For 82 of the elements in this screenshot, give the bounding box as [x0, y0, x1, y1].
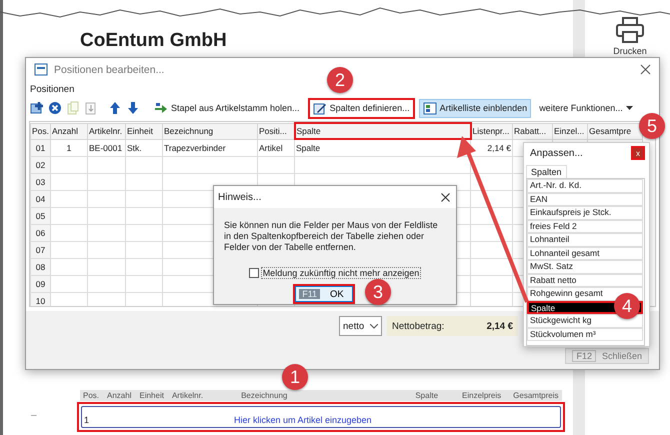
field-list-item[interactable]: Stückvolumen m³ [527, 328, 643, 341]
table-cell: 1 [50, 139, 88, 156]
arrow-down-icon[interactable] [126, 101, 140, 116]
entry-row[interactable]: 1 Hier klicken um Artikel einzugeben [81, 406, 561, 428]
dialog-title: Hinweis... [218, 192, 262, 202]
toolbar-button[interactable]: Spalten definieren... [308, 98, 415, 119]
position-number: 1 [84, 415, 90, 425]
tax-mode-dropdown[interactable]: netto [339, 316, 382, 336]
row-number: 09 [30, 275, 50, 292]
section-label: Positionen [29, 82, 76, 97]
column-header[interactable]: Bezeichnung [162, 123, 258, 140]
column-header[interactable]: Listenpr... [470, 123, 512, 140]
field-list-item[interactable]: Lohnanteil [527, 233, 643, 246]
row-number: 02 [30, 156, 50, 174]
column-header[interactable]: Anzahl [50, 123, 88, 140]
close-icon[interactable] [640, 64, 651, 76]
column-header[interactable]: Pos. [30, 123, 50, 140]
shortcut-key: F12 [572, 350, 596, 362]
column-header[interactable]: Einheit [126, 123, 162, 140]
window-icon [34, 63, 48, 76]
row-number: 08 [30, 258, 50, 276]
close-button[interactable]: x [631, 146, 645, 160]
column-header[interactable]: Spalte [294, 123, 470, 140]
table-cell: Stk. [126, 139, 162, 156]
column-heading: Artikelnr. [172, 390, 204, 401]
row-number: 03 [30, 173, 50, 190]
column-heading: Gesamtpreis [513, 390, 559, 401]
close-icon[interactable] [441, 192, 450, 202]
field-list-item[interactable]: MwSt. Satz [527, 260, 643, 274]
column-heading: Bezeichnung [241, 390, 288, 401]
add-article-link[interactable]: Hier klicken um Artikel einzugeben [234, 415, 372, 425]
checkbox[interactable] [248, 268, 259, 278]
row-number: 05 [30, 207, 50, 224]
shortcut-key: F11 [299, 289, 320, 299]
import-icon [154, 102, 168, 115]
row-number: 06 [30, 224, 50, 242]
column-heading: Anzahl [107, 390, 132, 401]
menu-button[interactable]: weitere Funktionen... [535, 100, 637, 116]
ok-button[interactable]: F11 OK [293, 284, 355, 304]
field-list-item[interactable]: Art.-Nr. d. Kd. [527, 179, 643, 192]
margin-mark: – [31, 410, 37, 421]
field-list-item[interactable]: Rabatt netto [527, 274, 643, 287]
add-row-icon[interactable] [30, 101, 44, 116]
close-button[interactable]: F12 Schließen [565, 348, 649, 364]
column-header[interactable]: Einzel... [552, 123, 588, 140]
window-title: Positionen bearbeiten... [54, 64, 166, 76]
chevron-icon [370, 324, 378, 329]
net-total-label: Nettobetrag: [392, 320, 444, 332]
delete-icon[interactable] [48, 101, 62, 116]
column-header[interactable]: Rabatt... [512, 123, 552, 140]
column-header[interactable]: Gesamtpre [588, 123, 642, 140]
company-name: CoEntum GmbH [80, 30, 227, 52]
row-number: 10 [30, 292, 50, 306]
row-number: 04 [30, 190, 50, 208]
field-list-item[interactable]: Stückgewicht kg [527, 314, 643, 328]
table-cell: BE-0001 [88, 139, 126, 156]
row-number: 07 [30, 241, 50, 258]
field-list-item[interactable]: Einkaufspreis je Stck. [527, 206, 643, 220]
list-icon [422, 102, 437, 115]
row-number: 01 [30, 139, 50, 156]
caret-icon [626, 106, 633, 111]
toolbar-button[interactable]: Stapel aus Artikelstamm holen... [150, 98, 304, 118]
column-heading: Einheit [139, 390, 164, 401]
hint-message: Sie können nun die Felder per Maus von der Feldliste in den Spaltenkopfbereich der Tabelle ziehen oder Felder von der Tabelle entfernen. [224, 220, 439, 253]
table-cell: Trapezverbinder [162, 139, 258, 156]
column-heading: Spalte [415, 390, 438, 401]
field-list-item[interactable]: EAN [527, 192, 643, 206]
field-list-item[interactable]: freies Feld 2 [527, 220, 643, 233]
panel-title: Anpassen... [530, 148, 583, 158]
field-list-item[interactable]: Lohnanteil gesamt [527, 246, 643, 260]
edit-columns-icon [312, 102, 327, 115]
printer-icon [614, 16, 645, 44]
net-total-amount: 2,14 € [486, 320, 513, 332]
toolbar-button[interactable]: Artikelliste einblenden [418, 98, 532, 118]
print-button[interactable]: Drucken [613, 16, 647, 56]
table-cell: Artikel [258, 139, 294, 156]
column-heading: Einzelpreis [462, 390, 502, 401]
tab[interactable]: Spalten [526, 165, 567, 178]
column-header[interactable]: Artikelnr. [88, 123, 126, 140]
arrow-up-icon[interactable] [108, 101, 122, 116]
column-header[interactable]: Positi... [258, 123, 294, 140]
column-heading: Pos. [83, 390, 100, 401]
